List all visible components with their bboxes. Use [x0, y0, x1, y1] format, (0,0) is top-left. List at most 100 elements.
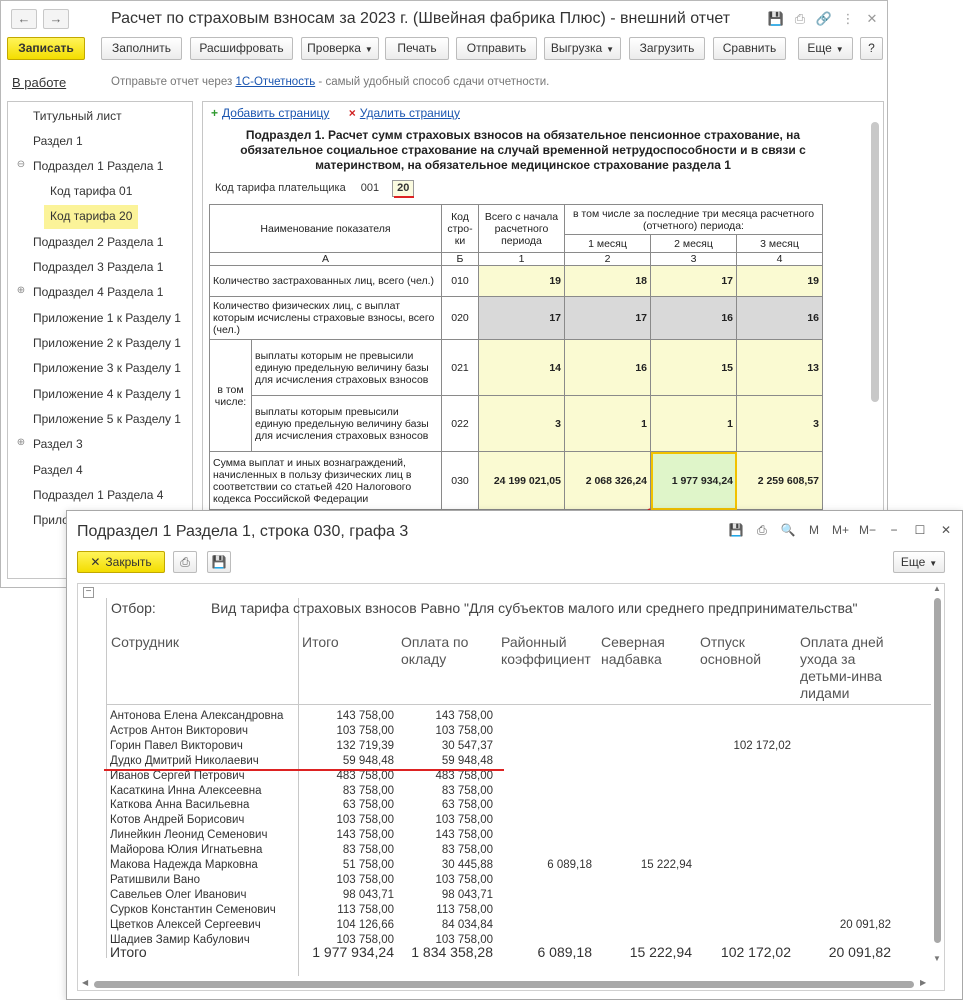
- table-row[interactable]: Макова Надежда Марковна 51 758,00 30 445,8…: [78, 859, 918, 874]
- table-row[interactable]: Астров Антон Викторович 103 758,00 103 758…: [78, 725, 918, 740]
- tree-item-sub3-sec1[interactable]: Подраздел 3 Раздела 1: [33, 256, 163, 280]
- row010-m2[interactable]: 17: [650, 265, 737, 297]
- save-icon[interactable]: 💾: [767, 10, 785, 28]
- popup-more-button[interactable]: Еще ▼: [893, 551, 945, 573]
- table-row[interactable]: Майорова Юлия Игнатьевна 83 758,00 83 758,…: [78, 844, 918, 859]
- tree-item-partial[interactable]: Прило: [33, 509, 69, 533]
- row022-m3[interactable]: 3: [736, 395, 823, 452]
- tree-item-tariff01[interactable]: Код тарифа 01: [50, 180, 132, 204]
- cell-salary: 63 758,00: [441, 799, 493, 812]
- scroll-up-icon[interactable]: ▲: [933, 584, 941, 593]
- close-icon[interactable]: ✕: [863, 10, 881, 28]
- table-row[interactable]: Линейкин Леонид Семенович 143 758,00 143 7…: [78, 829, 918, 844]
- tariff-code-field[interactable]: 20: [392, 180, 415, 197]
- add-page-link[interactable]: Добавить страницу: [222, 106, 329, 120]
- close-button[interactable]: ✕ Закрыть: [77, 551, 165, 573]
- tree-item-sub2-sec1[interactable]: Подраздел 2 Раздела 1: [33, 231, 163, 255]
- table-row[interactable]: Дудко Дмитрий Николаевич 59 948,48 59 948,…: [78, 755, 918, 770]
- tree-item-sub1-sec4[interactable]: Подраздел 1 Раздела 4: [33, 484, 163, 508]
- tree-item-app2[interactable]: Приложение 2 к Разделу 1: [33, 332, 181, 356]
- more-vert-icon[interactable]: ⋮: [839, 10, 857, 28]
- back-button[interactable]: ←: [11, 9, 37, 29]
- fill-button[interactable]: Заполнить: [101, 37, 182, 60]
- tree-item-section3[interactable]: Раздел 3: [33, 433, 83, 457]
- report-hscroll[interactable]: ◀ ▶: [78, 978, 934, 990]
- row010-m1[interactable]: 18: [564, 265, 651, 297]
- row030-m2-selected[interactable]: 1 977 934,24: [650, 451, 737, 510]
- group-collapse-icon[interactable]: −: [83, 587, 94, 598]
- tree-item-sub1-sec1[interactable]: Подраздел 1 Раздела 1: [33, 155, 163, 179]
- table-row[interactable]: Горин Павел Викторович 132 719,39 30 547,3…: [78, 740, 918, 755]
- row022-m1[interactable]: 1: [564, 395, 651, 452]
- tree-item-section1[interactable]: Раздел 1: [33, 130, 83, 154]
- save-button[interactable]: 💾: [207, 551, 231, 573]
- scroll-thumb[interactable]: [94, 981, 914, 988]
- save-button[interactable]: Записать: [7, 37, 85, 60]
- minimize-icon[interactable]: −: [886, 523, 902, 538]
- forward-button[interactable]: →: [43, 9, 69, 29]
- print-icon[interactable]: ⎙: [754, 523, 770, 538]
- collapse-icon[interactable]: ⊖: [16, 159, 26, 170]
- row030-total[interactable]: 24 199 021,05: [478, 451, 565, 510]
- preview-icon[interactable]: 🔍: [780, 523, 796, 538]
- table-row[interactable]: Котов Андрей Борисович 103 758,00 103 758,…: [78, 814, 918, 829]
- row022-total[interactable]: 3: [478, 395, 565, 452]
- row021-m3[interactable]: 13: [736, 339, 823, 396]
- row030-m3[interactable]: 2 259 608,57: [736, 451, 823, 510]
- scroll-left-icon[interactable]: ◀: [82, 978, 88, 987]
- form-scrollbar[interactable]: [871, 122, 879, 402]
- save-icon[interactable]: 💾: [728, 523, 744, 538]
- tree-item-app1[interactable]: Приложение 1 к Разделу 1: [33, 307, 181, 331]
- decode-button[interactable]: Расшифровать: [190, 37, 293, 60]
- report-vscroll[interactable]: ▲ ▼: [931, 584, 943, 964]
- load-button[interactable]: Загрузить: [629, 37, 705, 60]
- row010-m3[interactable]: 19: [736, 265, 823, 297]
- table-row[interactable]: Каткова Анна Васильевна 63 758,00 63 758,0…: [78, 799, 918, 814]
- compare-button[interactable]: Сравнить: [713, 37, 786, 60]
- grid-line: [106, 704, 931, 705]
- memory-plus-icon[interactable]: M+: [832, 523, 849, 538]
- print-button[interactable]: Печать: [385, 37, 449, 60]
- tree-item-section4[interactable]: Раздел 4: [33, 459, 83, 483]
- print-icon[interactable]: ⎙: [791, 10, 809, 28]
- scroll-down-icon[interactable]: ▼: [933, 954, 941, 963]
- row021-m1[interactable]: 16: [564, 339, 651, 396]
- send-button[interactable]: Отправить: [456, 37, 537, 60]
- expand-icon[interactable]: ⊕: [16, 285, 26, 296]
- row021-m2[interactable]: 15: [650, 339, 737, 396]
- tree-item-app3[interactable]: Приложение 3 к Разделу 1: [33, 357, 181, 381]
- expand-icon[interactable]: ⊕: [16, 437, 26, 448]
- status-link[interactable]: В работе: [12, 75, 66, 90]
- popup-toolbar: ✕ Закрыть ⎙ 💾 Еще ▼: [67, 551, 962, 579]
- link-icon[interactable]: 🔗: [815, 10, 833, 28]
- close-icon[interactable]: ✕: [938, 523, 954, 538]
- row021-total[interactable]: 14: [478, 339, 565, 396]
- row030-m1[interactable]: 2 068 326,24: [564, 451, 651, 510]
- tree-item-app4[interactable]: Приложение 4 к Разделу 1: [33, 383, 181, 407]
- row010-total[interactable]: 19: [478, 265, 565, 297]
- row022-m2[interactable]: 1: [650, 395, 737, 452]
- tree-item-app5[interactable]: Приложение 5 к Разделу 1: [33, 408, 181, 432]
- table-row[interactable]: Ратишвили Вано 103 758,00 103 758,00: [78, 874, 918, 889]
- more-button[interactable]: Еще ▼: [798, 37, 853, 60]
- hint-link[interactable]: 1С-Отчетность: [235, 76, 315, 88]
- check-button[interactable]: Проверка ▼: [301, 37, 379, 60]
- table-row[interactable]: Антонова Елена Александровна 143 758,00 14…: [78, 710, 918, 725]
- delete-page-link[interactable]: Удалить страницу: [360, 106, 460, 120]
- print-button[interactable]: ⎙: [173, 551, 197, 573]
- tree-item-tariff20[interactable]: Код тарифа 20: [44, 205, 139, 229]
- maximize-icon[interactable]: ☐: [912, 523, 928, 538]
- memory-icon[interactable]: M: [806, 523, 822, 538]
- tree-item-title[interactable]: Титульный лист: [33, 105, 122, 129]
- table-row[interactable]: Сурков Константин Семенович 113 758,00 113…: [78, 904, 918, 919]
- scroll-right-icon[interactable]: ▶: [920, 978, 926, 987]
- tree-item-sub4-sec1[interactable]: Подраздел 4 Раздела 1: [33, 281, 163, 305]
- help-button[interactable]: ?: [860, 37, 883, 60]
- scroll-thumb[interactable]: [934, 598, 941, 943]
- table-row[interactable]: Цветков Алексей Сергеевич 104 126,66 84 03…: [78, 919, 918, 934]
- table-row[interactable]: Иванов Сергей Петрович 483 758,00 483 758,…: [78, 770, 918, 785]
- upload-button[interactable]: Выгрузка ▼: [544, 37, 621, 60]
- table-row[interactable]: Савельев Олег Иванович 98 043,71 98 043,71: [78, 889, 918, 904]
- table-row[interactable]: Касаткина Инна Алексеевна 83 758,00 83 758…: [78, 785, 918, 800]
- memory-minus-icon[interactable]: M−: [859, 523, 876, 538]
